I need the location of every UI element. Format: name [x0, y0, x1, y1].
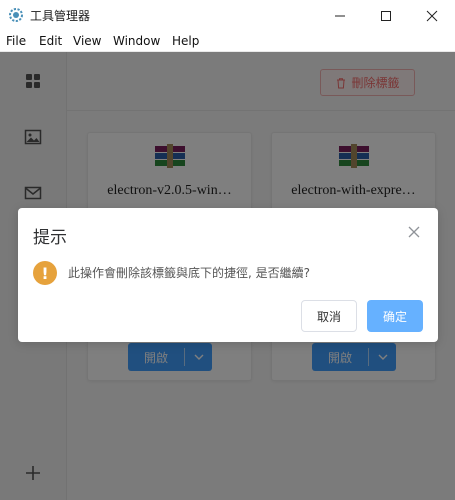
dialog-message: 此操作會刪除該標籤與底下的捷徑, 是否繼續? [68, 266, 310, 280]
menu-edit[interactable]: Edit [39, 34, 62, 48]
close-icon[interactable] [407, 225, 421, 239]
close-window-button[interactable] [409, 0, 455, 31]
confirm-button[interactable]: 确定 [367, 300, 423, 332]
menu-bar: File Edit View Window Help [0, 31, 455, 52]
dialog-title: 提示 [33, 228, 67, 248]
app-gear-icon [9, 8, 23, 22]
title-bar: 工具管理器 [0, 0, 455, 31]
menu-file[interactable]: File [6, 34, 26, 48]
menu-view[interactable]: View [73, 34, 101, 48]
menu-help[interactable]: Help [172, 34, 199, 48]
cancel-button[interactable]: 取消 [301, 300, 357, 332]
confirm-dialog: 提示 ! 此操作會刪除該標籤與底下的捷徑, 是否繼續? 取消 确定 [18, 208, 438, 342]
maximize-button[interactable] [363, 0, 409, 31]
minimize-icon [335, 15, 345, 16]
minimize-button[interactable] [317, 0, 363, 31]
maximize-icon [381, 10, 391, 21]
menu-window[interactable]: Window [113, 34, 160, 48]
close-icon [426, 10, 438, 21]
window-title: 工具管理器 [30, 9, 91, 23]
warning-icon: ! [33, 261, 57, 285]
